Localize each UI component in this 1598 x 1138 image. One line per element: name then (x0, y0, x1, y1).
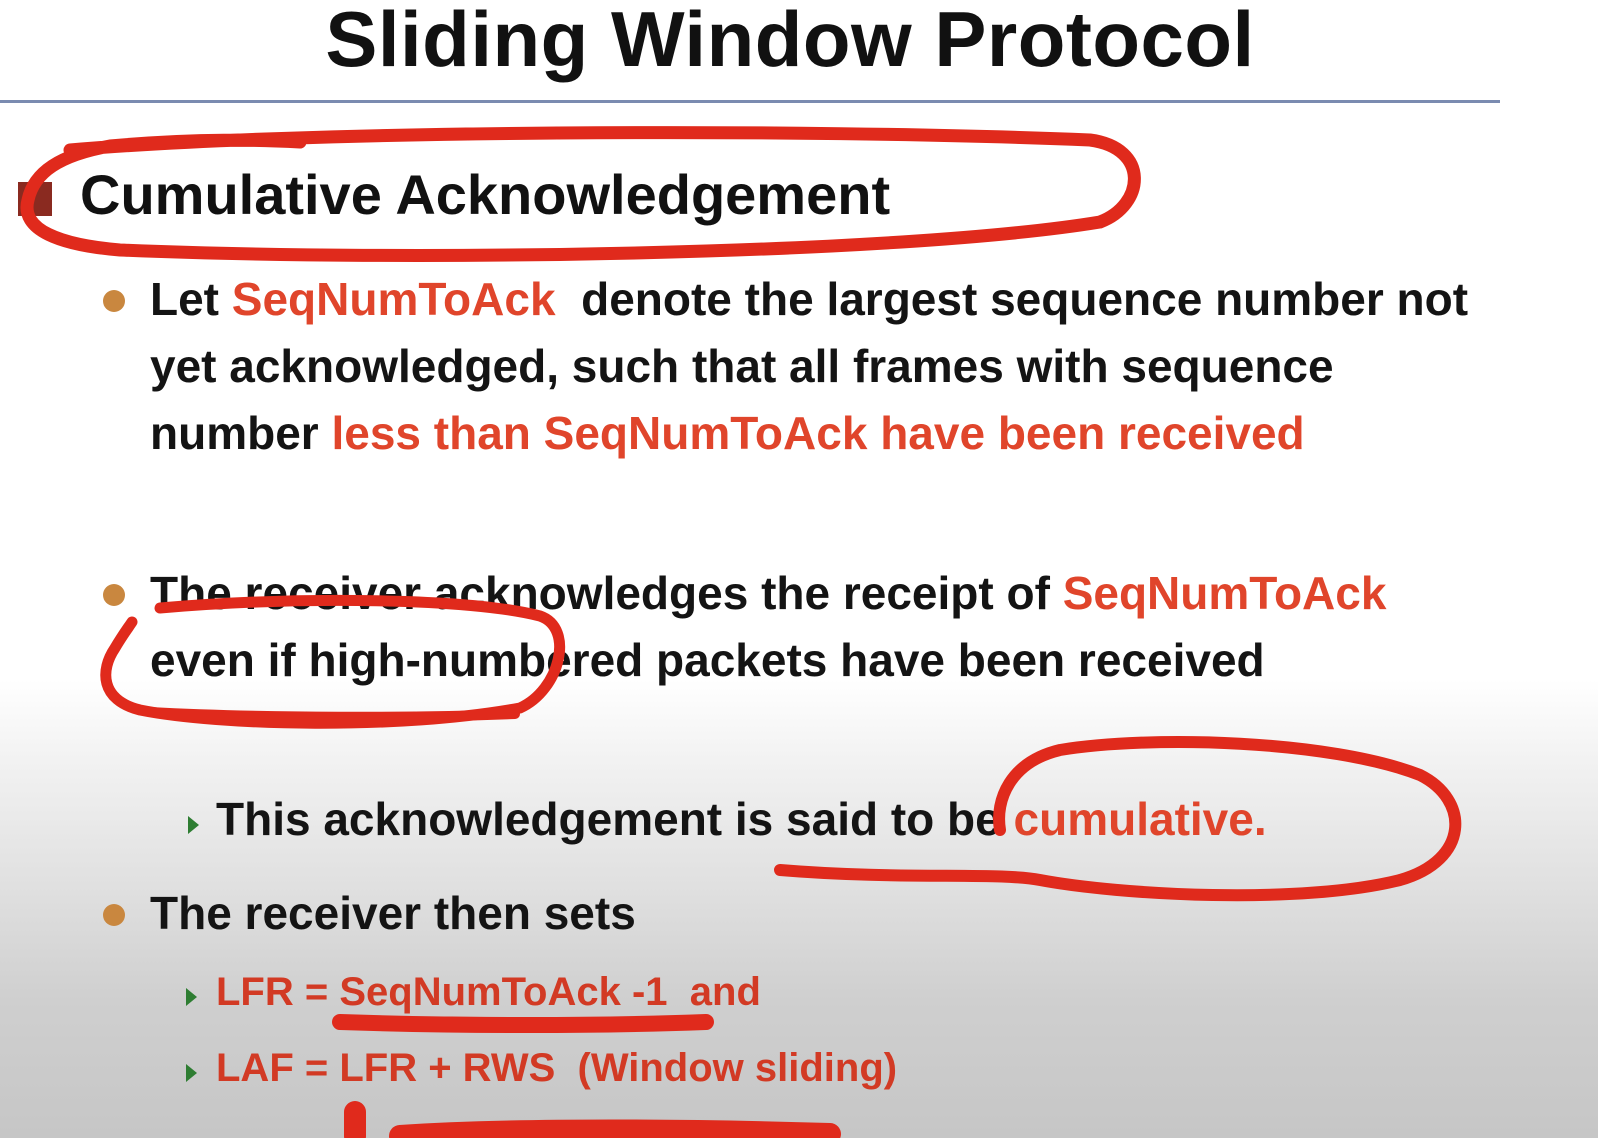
slide-title: Sliding Window Protocol (325, 0, 1255, 83)
bullet-1-highlight: less than SeqNumToAck have been received (331, 407, 1305, 459)
sub-point-1-highlight: cumulative. (1013, 793, 1267, 845)
bullet-2: The receiver acknowledges the receipt of… (150, 560, 1450, 694)
bullet-1-text-a: Let (150, 273, 232, 325)
bullet-1: Let SeqNumToAck denote the largest seque… (150, 266, 1470, 467)
sub-arrow-icon (188, 816, 199, 834)
bottom-scribble-annotation (344, 1101, 841, 1138)
bullet-2-text-a: The receiver acknowledges the receipt of (150, 567, 1063, 619)
sub-point-1: This acknowledgement is said to be cumul… (216, 792, 1267, 846)
sub-point-3: LAF = LFR + RWS (Window sliding) (216, 1046, 898, 1090)
section-heading: Cumulative Acknowledgement (80, 163, 891, 226)
sub-arrow-icon (186, 988, 197, 1006)
bullet-2-term: SeqNumToAck (1062, 567, 1387, 619)
term-underline-annotation (145, 707, 520, 722)
bullet-dot-icon (103, 904, 125, 926)
heading-bullet-icon (18, 182, 52, 216)
lfr-underline-annotation (332, 1014, 714, 1033)
sub-point-2: LFR = SeqNumToAck -1 and (216, 970, 761, 1014)
bullet-dot-icon (103, 290, 125, 312)
sub-point-1-text: This acknowledgement is said to be (216, 793, 1014, 845)
bullet-dot-icon (103, 584, 125, 606)
title-divider (0, 100, 1500, 103)
bullet-2-text-b: even if high-numbered packets have been … (150, 634, 1265, 686)
bullet-1-term: SeqNumToAck (231, 273, 556, 325)
sub-arrow-icon (186, 1064, 197, 1082)
bullet-3: The receiver then sets (150, 887, 636, 939)
